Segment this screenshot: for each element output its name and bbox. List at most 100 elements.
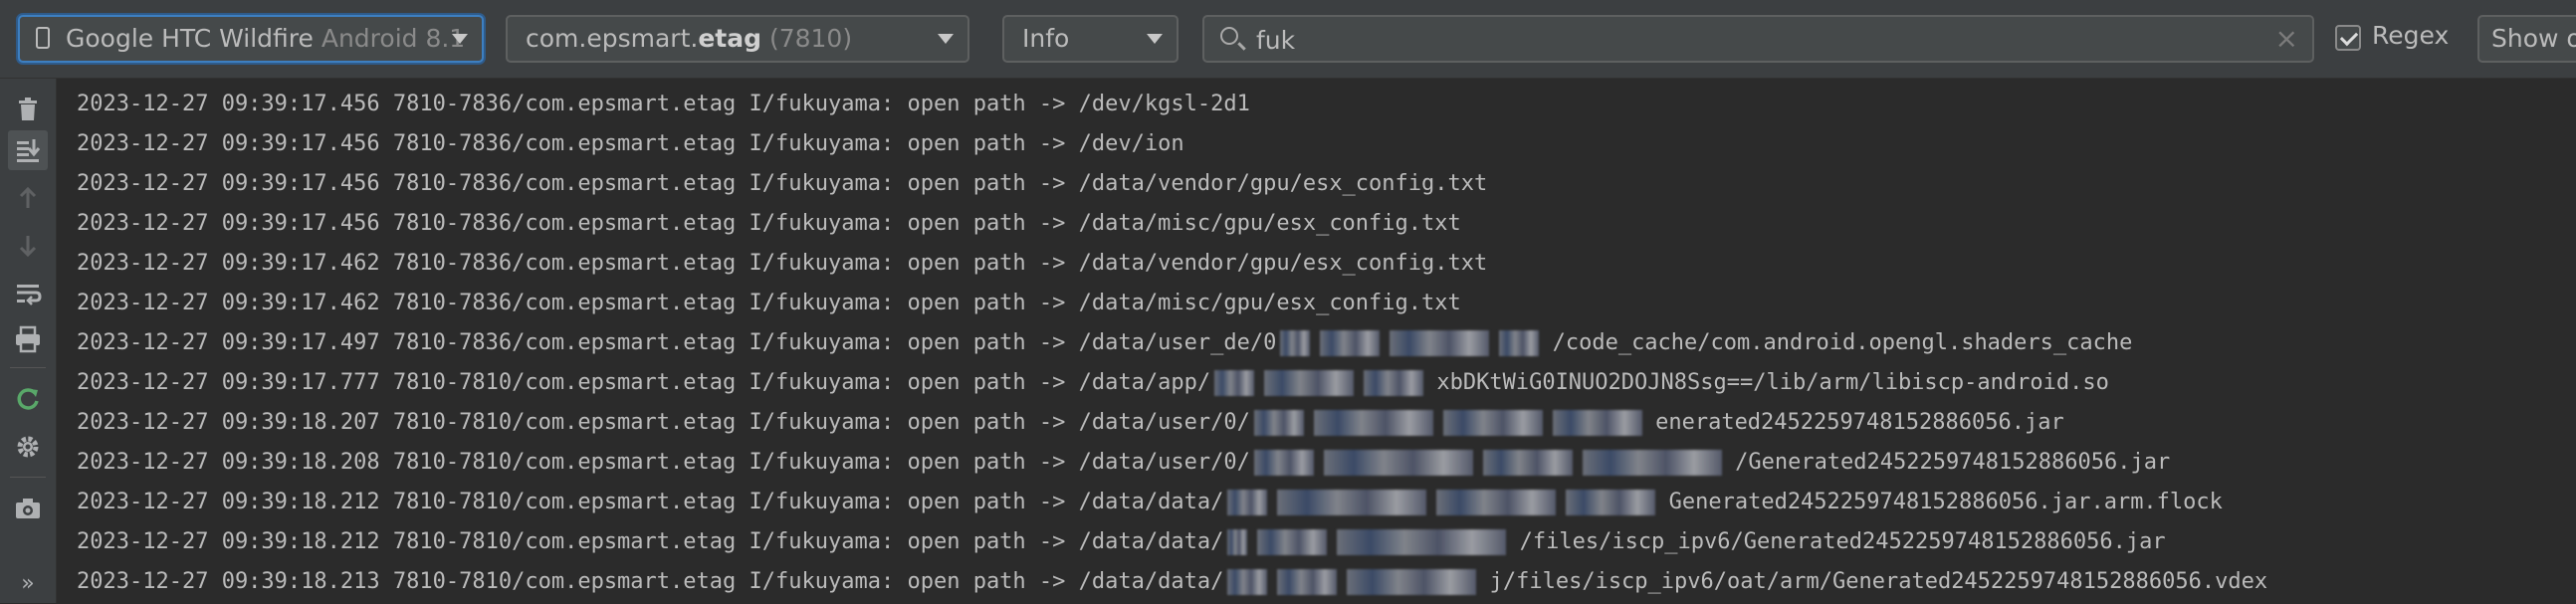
redacted-text <box>1227 569 1268 595</box>
soft-wrap-icon <box>17 285 42 305</box>
search-box[interactable]: × <box>1202 15 2314 63</box>
log-line: 2023-12-27 09:39:17.777 7810-7810/com.ep… <box>77 363 2109 403</box>
chevron-down-icon <box>938 34 954 44</box>
phone-icon <box>36 27 50 49</box>
redacted-text <box>1582 450 1722 476</box>
chevron-down-icon <box>452 34 468 44</box>
redacted-text <box>1482 450 1573 476</box>
camera-icon <box>16 499 40 518</box>
process-selector[interactable]: com.epsmart.etag (7810) <box>506 15 969 63</box>
log-timestamp: 2023-12-27 09:39:18.213 <box>77 569 380 594</box>
log-timestamp: 2023-12-27 09:39:18.208 <box>77 450 380 475</box>
process-pid: (7810) <box>761 24 853 53</box>
log-process: 7810-7810/com.epsmart.etag <box>392 370 737 395</box>
log-line: 2023-12-27 09:39:18.208 7810-7810/com.ep… <box>77 443 2170 483</box>
log-line: 2023-12-27 09:39:17.462 7810-7836/com.ep… <box>77 284 1461 323</box>
chevron-down-icon <box>1147 34 1163 44</box>
log-process: 7810-7836/com.epsmart.etag <box>392 251 737 276</box>
regex-label[interactable]: Regex <box>2372 21 2449 50</box>
log-process: 7810-7836/com.epsmart.etag <box>392 171 737 196</box>
log-message: open path -> /data/user/0/ <box>907 450 1250 475</box>
soft-wrap-button[interactable] <box>8 274 48 313</box>
log-line: 2023-12-27 09:39:17.456 7810-7836/com.ep… <box>77 164 1487 204</box>
regex-checkbox[interactable] <box>2335 25 2361 51</box>
log-tag: I/fukuyama: <box>749 92 895 116</box>
logcat-toolbar: Google HTC Wildfire Android 8.1 com.epsm… <box>0 0 2576 79</box>
log-timestamp: 2023-12-27 09:39:17.456 <box>77 92 380 116</box>
gear-icon <box>17 436 39 458</box>
redacted-text <box>1227 529 1248 555</box>
redacted-text <box>1337 529 1507 555</box>
log-process: 7810-7810/com.epsmart.etag <box>392 569 737 594</box>
log-message: open path -> /dev/ion <box>907 131 1184 156</box>
log-tag: I/fukuyama: <box>749 490 895 514</box>
search-input[interactable] <box>1254 19 2234 61</box>
log-tag: I/fukuyama: <box>749 569 895 594</box>
redacted-text <box>1227 490 1268 515</box>
previous-occurrence-button[interactable] <box>8 178 48 218</box>
redacted-text <box>1390 330 1490 356</box>
redacted-text <box>1214 370 1255 396</box>
log-line: 2023-12-27 09:39:17.462 7810-7836/com.ep… <box>77 244 1487 284</box>
log-tag: I/fukuyama: <box>749 251 895 276</box>
show-only-selected-dropdown[interactable]: Show o <box>2477 15 2576 63</box>
redacted-text <box>1442 410 1543 436</box>
log-process: 7810-7810/com.epsmart.etag <box>392 490 737 514</box>
logcat-output[interactable]: 2023-12-27 09:39:17.456 7810-7836/com.ep… <box>57 79 2576 603</box>
redacted-text <box>1436 490 1557 515</box>
log-process: 7810-7836/com.epsmart.etag <box>392 92 737 116</box>
log-line: 2023-12-27 09:39:18.207 7810-7810/com.ep… <box>77 403 2064 443</box>
log-process: 7810-7810/com.epsmart.etag <box>392 450 737 475</box>
redacted-text <box>1264 370 1355 396</box>
log-process: 7810-7836/com.epsmart.etag <box>392 131 737 156</box>
restart-logcat-button[interactable] <box>8 379 48 419</box>
log-message: open path -> /data/data/ <box>907 490 1224 514</box>
logcat-settings-button[interactable] <box>8 427 48 467</box>
redacted-text <box>1257 529 1328 555</box>
scroll-to-end-button[interactable] <box>8 130 48 170</box>
log-process: 7810-7836/com.epsmart.etag <box>392 291 737 315</box>
log-tag: I/fukuyama: <box>749 529 895 554</box>
clear-logcat-button[interactable] <box>8 89 48 128</box>
log-message-suffix: Generated2452259748152886056.jar.arm.flo… <box>1668 490 2223 514</box>
process-name-bold: etag <box>698 24 761 53</box>
screen-capture-button[interactable] <box>8 489 48 528</box>
more-icon[interactable]: » <box>8 564 48 604</box>
log-timestamp: 2023-12-27 09:39:17.456 <box>77 171 380 196</box>
log-process: 7810-7810/com.epsmart.etag <box>392 410 737 435</box>
log-timestamp: 2023-12-27 09:39:18.207 <box>77 410 380 435</box>
log-tag: I/fukuyama: <box>749 370 895 395</box>
toolbar-separator <box>10 367 46 368</box>
log-message: open path -> /data/data/ <box>907 529 1224 554</box>
log-line: 2023-12-27 09:39:17.456 7810-7836/com.ep… <box>77 85 1250 124</box>
up-arrow-icon <box>19 186 37 208</box>
log-message: open path -> /data/misc/gpu/esx_config.t… <box>907 291 1461 315</box>
log-message: open path -> /dev/kgsl-2d1 <box>907 92 1250 116</box>
device-os: Android 8.1 <box>313 24 466 53</box>
device-name: Google HTC Wildfire <box>66 24 314 53</box>
clear-icon[interactable]: × <box>2275 21 2298 57</box>
log-message: open path -> /data/data/ <box>907 569 1224 594</box>
log-process: 7810-7836/com.epsmart.etag <box>392 211 737 236</box>
log-process: 7810-7810/com.epsmart.etag <box>392 529 737 554</box>
redacted-text <box>1320 330 1381 356</box>
log-message-suffix: /Generated2452259748152886056.jar <box>1735 450 2171 475</box>
redacted-text <box>1313 410 1433 436</box>
print-button[interactable] <box>8 319 48 359</box>
scroll-to-end-icon <box>17 139 41 162</box>
log-line: 2023-12-27 09:39:18.212 7810-7810/com.ep… <box>77 522 2166 562</box>
log-message: open path -> /data/user/0/ <box>907 410 1250 435</box>
log-level-value: Info <box>1022 24 1070 53</box>
log-line: 2023-12-27 09:39:17.456 7810-7836/com.ep… <box>77 124 1184 164</box>
next-occurrence-button[interactable] <box>8 226 48 266</box>
log-timestamp: 2023-12-27 09:39:17.462 <box>77 291 380 315</box>
restart-icon <box>17 388 39 410</box>
device-selector[interactable]: Google HTC Wildfire Android 8.1 <box>18 15 484 63</box>
log-level-selector[interactable]: Info <box>1002 15 1179 63</box>
log-tag: I/fukuyama: <box>749 330 895 355</box>
log-tag: I/fukuyama: <box>749 131 895 156</box>
log-message-suffix: enerated2452259748152886056.jar <box>1655 410 2064 435</box>
log-message: open path -> /data/user_de/0 <box>907 330 1277 355</box>
log-message: open path -> /data/app/ <box>907 370 1211 395</box>
log-timestamp: 2023-12-27 09:39:17.456 <box>77 211 380 236</box>
